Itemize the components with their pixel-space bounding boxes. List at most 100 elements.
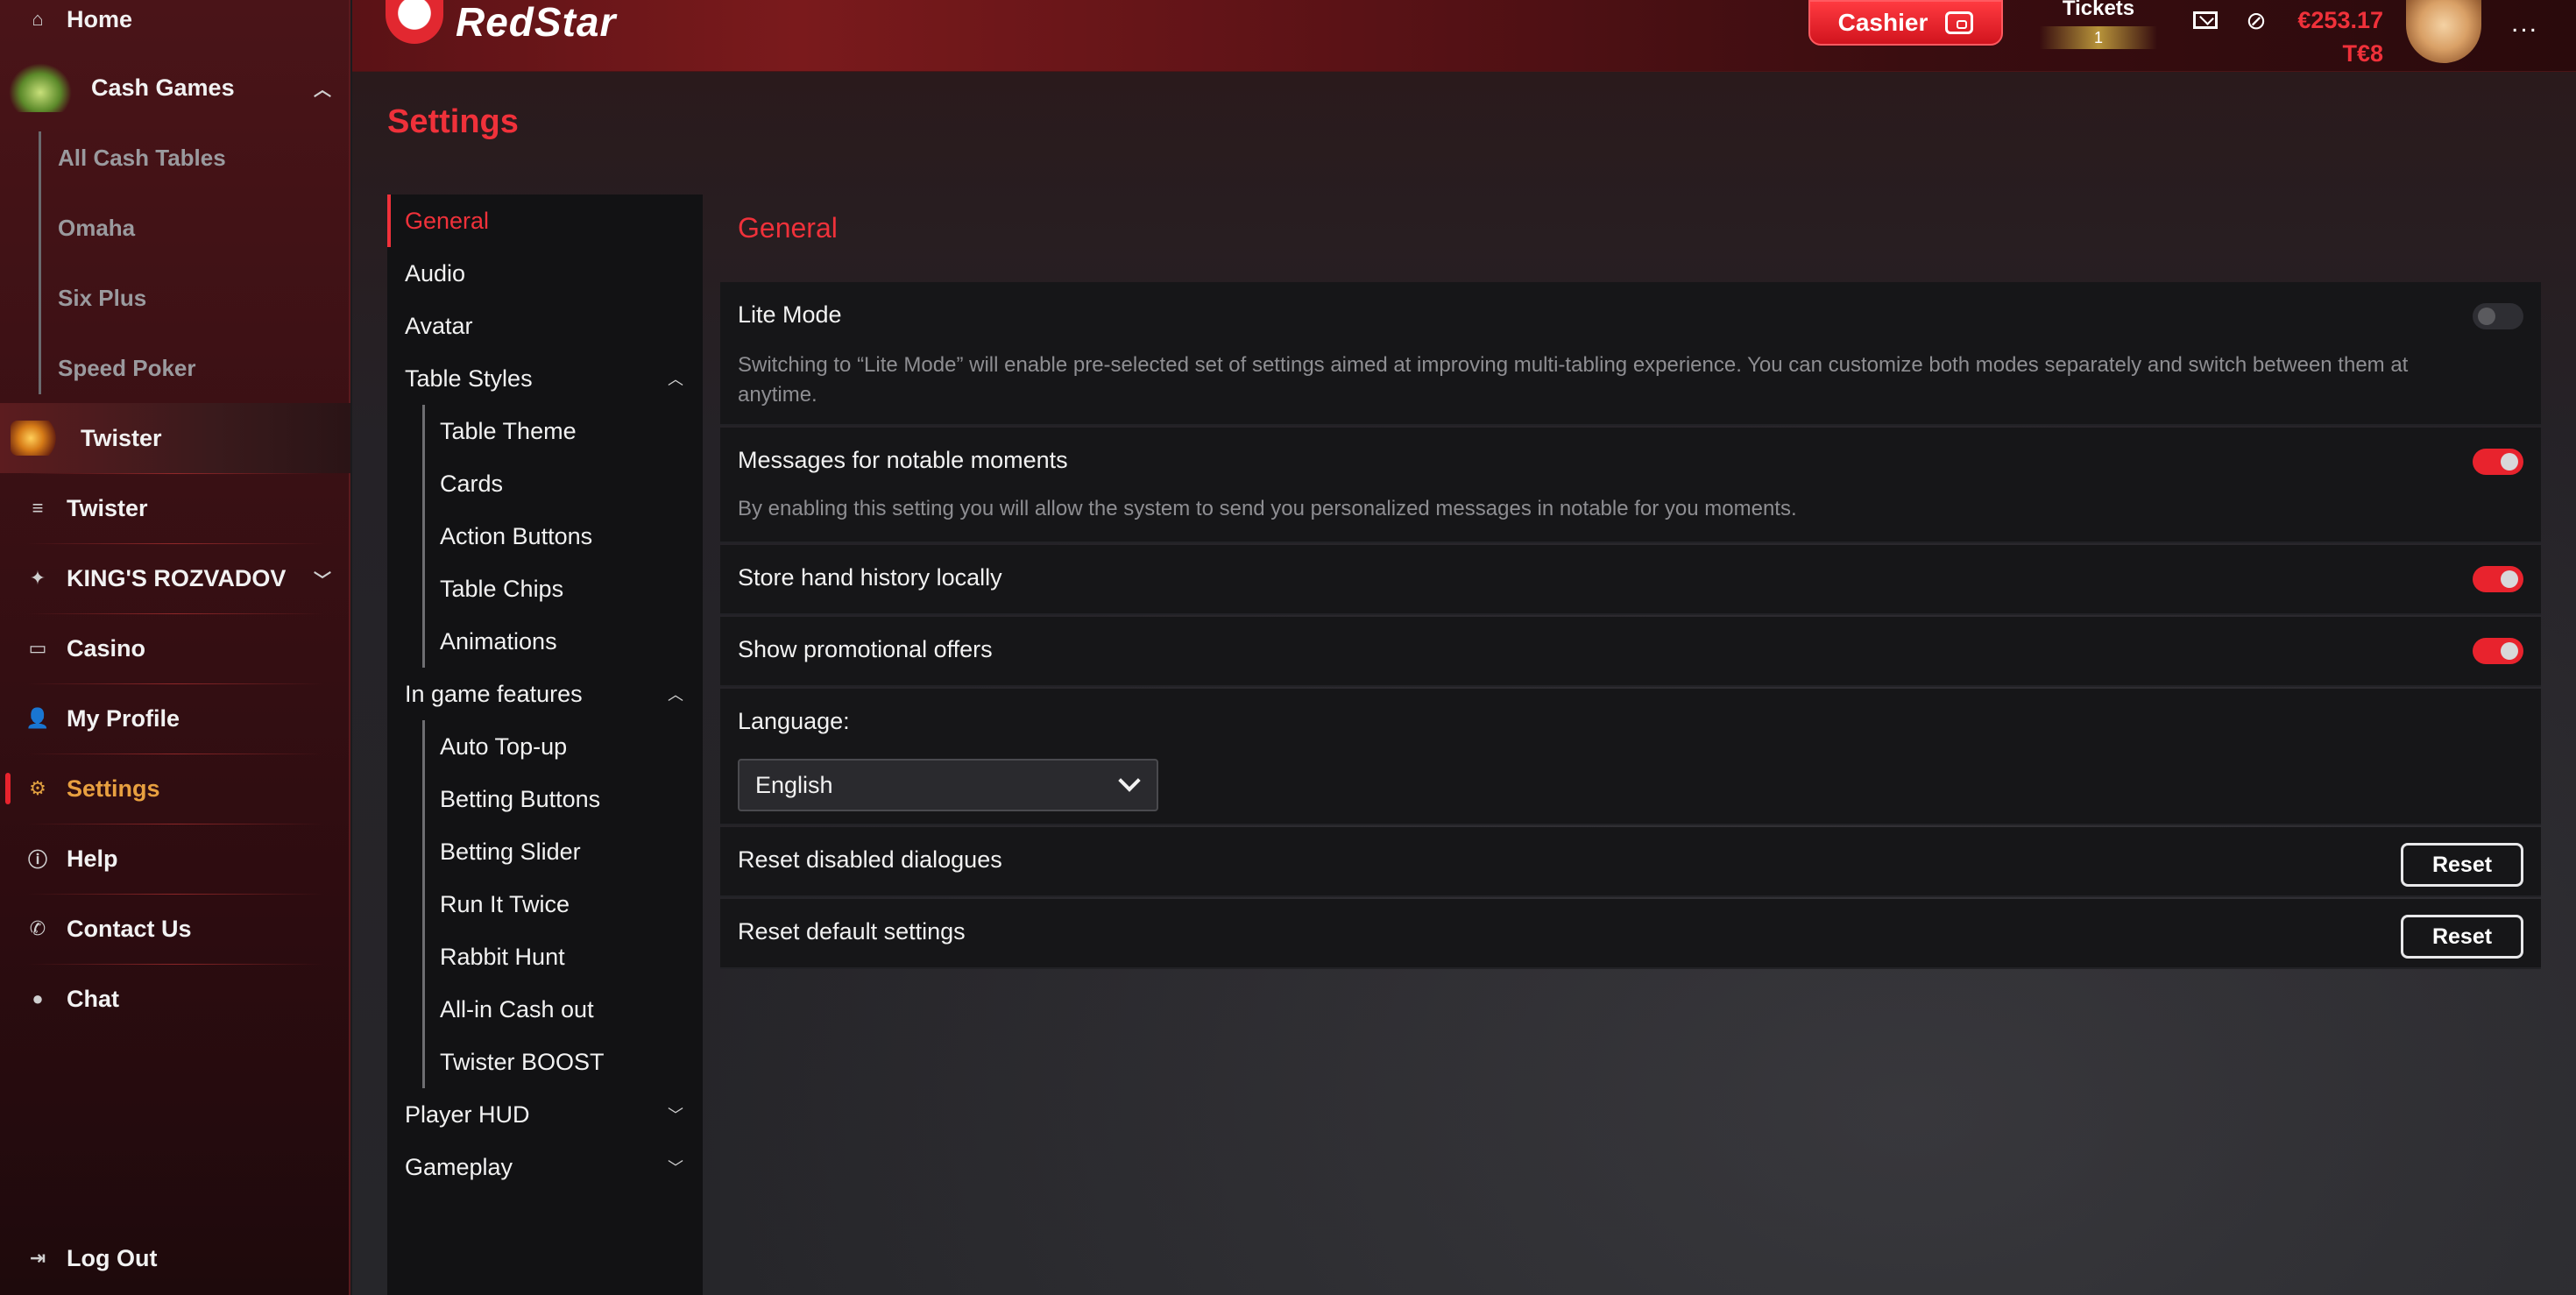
balance[interactable]: €253.17 T€8 — [2208, 4, 2383, 70]
twister-icon: ≡ — [32, 497, 44, 519]
in-game-subtree-line — [422, 720, 425, 1088]
nav-twister-label: Twister — [67, 494, 148, 521]
settings-nav-general[interactable]: General — [387, 195, 703, 247]
page-title: Settings — [387, 103, 519, 140]
settings-nav-table-chips[interactable]: Table Chips — [440, 563, 563, 615]
logo[interactable]: RedStar — [386, 0, 616, 45]
user-icon: 👤 — [25, 707, 50, 729]
settings-content: General Lite Mode Switching to “Lite Mod… — [720, 195, 2541, 969]
language-select[interactable]: English — [738, 759, 1158, 811]
nav-cash-games[interactable]: Cash Games ︿ — [0, 53, 350, 123]
settings-nav-run-it-twice[interactable]: Run It Twice — [440, 878, 570, 931]
wallet-icon — [1945, 11, 1974, 34]
promotional-offers-label: Show promotional offers — [738, 636, 993, 662]
settings-nav-player-hud[interactable]: Player HUD ﹀ — [387, 1088, 703, 1141]
chat-icon: ● — [32, 987, 44, 1009]
nav-kings-label: KING'S ROZVADOV — [67, 564, 287, 591]
promotional-offers-toggle[interactable] — [2473, 638, 2523, 664]
settings-nav-table-theme[interactable]: Table Theme — [440, 405, 577, 457]
nav-omaha[interactable]: Omaha — [58, 202, 135, 254]
settings-nav-twister-boost[interactable]: Twister BOOST — [440, 1036, 605, 1088]
settings-nav-audio[interactable]: Audio — [387, 247, 703, 300]
setting-reset-defaults: Reset default settings Reset — [720, 899, 2541, 969]
nav-my-profile-label: My Profile — [67, 704, 180, 732]
setting-reset-dialogues: Reset disabled dialogues Reset — [720, 827, 2541, 897]
nav-casino-label: Casino — [67, 634, 146, 662]
nav-contact-us-label: Contact Us — [67, 915, 192, 942]
settings-nav-avatar[interactable]: Avatar — [387, 300, 703, 352]
settings-nav-betting-buttons[interactable]: Betting Buttons — [440, 773, 600, 825]
nav-twister-game[interactable]: Twister — [0, 403, 350, 473]
chevron-up-icon: ︿ — [314, 80, 331, 100]
nav-twister[interactable]: ≡ Twister — [0, 473, 350, 543]
settings-nav-action-buttons[interactable]: Action Buttons — [440, 510, 592, 563]
nav-chat[interactable]: ● Chat — [0, 964, 350, 1034]
nav-settings[interactable]: ⚙ Settings — [0, 754, 350, 824]
chevron-up-icon: ︿ — [668, 371, 683, 388]
nav-chat-label: Chat — [67, 985, 119, 1012]
balance-money: €253.17 — [2297, 7, 2383, 33]
chevron-down-icon: ﹀ — [668, 1107, 683, 1124]
nav-kings-rozvadov[interactable]: ✦ KING'S ROZVADOV ﹀ — [0, 543, 350, 613]
nav-home[interactable]: ⌂ Home — [0, 0, 350, 54]
setting-hand-history: Store hand history locally — [720, 545, 2541, 615]
chevron-up-icon: ︿ — [668, 686, 683, 704]
nav-help-label: Help — [67, 845, 118, 872]
nav-log-out[interactable]: ⇥ Log Out — [0, 1223, 350, 1293]
hand-history-toggle[interactable] — [2473, 566, 2523, 592]
cash-games-subtree-line — [39, 131, 41, 394]
settings-nav-auto-top-up[interactable]: Auto Top-up — [440, 720, 567, 773]
hand-history-label: Store hand history locally — [738, 564, 1002, 591]
table-styles-subtree-line — [422, 405, 425, 668]
settings-nav-betting-slider[interactable]: Betting Slider — [440, 825, 581, 878]
settings-nav-animations[interactable]: Animations — [440, 615, 557, 668]
lite-mode-label: Lite Mode — [738, 301, 842, 328]
settings-nav-in-game-features[interactable]: In game features ︿ — [387, 668, 703, 720]
logout-icon: ⇥ — [29, 1247, 46, 1269]
nav-my-profile[interactable]: 👤 My Profile — [0, 683, 350, 754]
cashier-button[interactable]: Cashier — [1808, 0, 2003, 46]
notable-moments-toggle[interactable] — [2473, 449, 2523, 475]
cashier-label: Cashier — [1837, 9, 1928, 36]
setting-notable-moments: Messages for notable moments By enabling… — [720, 428, 2541, 543]
reset-dialogues-button[interactable]: Reset — [2401, 843, 2523, 887]
nav-speed-poker[interactable]: Speed Poker — [58, 342, 196, 394]
settings-nav-cards[interactable]: Cards — [440, 457, 503, 510]
tickets-widget[interactable]: Tickets 1 — [2040, 0, 2157, 54]
nav-cash-games-label: Cash Games — [91, 74, 235, 101]
left-sidebar: ⌂ Home Cash Games ︿ All Cash Tables Omah… — [0, 0, 350, 1295]
settings-nav-in-game-label: In game features — [405, 680, 583, 707]
section-title: General — [738, 212, 838, 244]
tickets-label: Tickets — [2062, 0, 2135, 20]
lite-mode-toggle[interactable] — [2473, 303, 2523, 329]
more-icon[interactable]: ... — [2511, 9, 2538, 39]
reset-defaults-button[interactable]: Reset — [2401, 915, 2523, 959]
settings-nav-gameplay[interactable]: Gameplay ﹀ — [387, 1141, 703, 1193]
nav-contact-us[interactable]: ✆ Contact Us — [0, 894, 350, 964]
settings-nav-table-styles[interactable]: Table Styles ︿ — [387, 352, 703, 405]
tickets-count: 1 — [2040, 26, 2157, 49]
balance-tickets: T€8 — [2342, 40, 2383, 67]
twister-game-icon — [11, 421, 61, 456]
setting-promotional-offers: Show promotional offers — [720, 617, 2541, 687]
sparkle-icon: ✦ — [29, 567, 46, 589]
nav-help[interactable]: ⓘ Help — [0, 824, 350, 894]
nav-log-out-label: Log Out — [67, 1244, 158, 1271]
nav-six-plus[interactable]: Six Plus — [58, 272, 146, 324]
language-label: Language: — [738, 708, 850, 734]
nav-all-cash-tables[interactable]: All Cash Tables — [58, 131, 226, 184]
cash-games-icon — [9, 63, 72, 112]
nav-casino[interactable]: ▭ Casino — [0, 613, 350, 683]
setting-lite-mode: Lite Mode Switching to “Lite Mode” will … — [720, 282, 2541, 426]
settings-nav: General Audio Avatar Table Styles ︿ Tabl… — [387, 195, 703, 1295]
settings-nav-rabbit-hunt[interactable]: Rabbit Hunt — [440, 931, 565, 983]
settings-nav-all-in-cash-out[interactable]: All-in Cash out — [440, 983, 594, 1036]
casino-icon: ▭ — [28, 637, 47, 659]
settings-nav-gameplay-label: Gameplay — [405, 1153, 513, 1180]
settings-nav-table-styles-label: Table Styles — [405, 364, 533, 392]
chevron-down-icon: ﹀ — [668, 1159, 683, 1177]
redstar-logo-icon — [386, 0, 443, 44]
setting-language: Language: English — [720, 689, 2541, 825]
notable-moments-description: By enabling this setting you will allow … — [738, 497, 1797, 520]
gear-icon: ⚙ — [29, 777, 46, 799]
